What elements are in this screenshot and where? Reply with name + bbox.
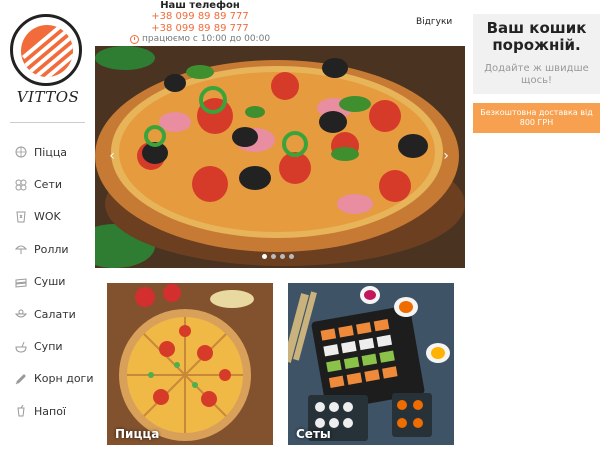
hero-carousel[interactable]: ‹ ›: [95, 46, 465, 268]
carousel-dot-4[interactable]: [289, 254, 294, 259]
phone-block: Наш телефон +38 099 89 89 777 +38 099 89…: [140, 0, 260, 35]
sidebar-item-sushi[interactable]: Суши: [14, 266, 94, 298]
carousel-dot-3[interactable]: [280, 254, 285, 259]
free-delivery-banner: Безкоштовна доставка від 800 ГРН: [473, 103, 600, 133]
sidebar-item-label: WOK: [34, 210, 61, 224]
category-tile-pizza[interactable]: Пицца: [107, 283, 273, 445]
sidebar-item-drinks[interactable]: Напої: [14, 395, 94, 427]
working-hours: працюємо с 10:00 до 00:00: [130, 34, 270, 44]
sidebar-item-sets[interactable]: Сети: [14, 168, 94, 200]
sidebar-divider: [10, 122, 85, 123]
sushi-icon: [14, 275, 28, 289]
clock-icon: [130, 34, 139, 44]
sidebar-item-corndogs[interactable]: Корн доги: [14, 363, 94, 395]
corndog-icon: [14, 372, 28, 386]
working-hours-text: працюємо с 10:00 до 00:00: [142, 34, 271, 44]
tile-label-sets: Сеты: [296, 427, 331, 441]
carousel-next-button[interactable]: ›: [438, 146, 454, 166]
sidebar-item-rolls[interactable]: Ролли: [14, 233, 94, 265]
sidebar-item-label: Сети: [34, 178, 63, 192]
sidebar-item-label: Суши: [34, 275, 66, 289]
sidebar-item-wok[interactable]: WOK: [14, 201, 94, 233]
reviews-link[interactable]: Відгуки: [416, 17, 452, 27]
pizza-tile-photo: [107, 283, 273, 445]
sidebar-menu: Піцца Сети WOK Ролли Суши Салати Супи Ко…: [14, 136, 94, 428]
roll-icon: [14, 242, 28, 256]
logo-emblem: [10, 14, 82, 86]
wok-icon: [14, 210, 28, 224]
carousel-dots: [262, 254, 294, 259]
sidebar-item-label: Супи: [34, 340, 63, 354]
carousel-dot-2[interactable]: [271, 254, 276, 259]
tile-label-pizza: Пицца: [115, 427, 160, 441]
soup-icon: [14, 340, 28, 354]
set-icon: [14, 178, 28, 192]
category-tile-sets[interactable]: Сеты: [288, 283, 454, 445]
sidebar-item-label: Піцца: [34, 145, 68, 159]
sidebar-item-pizza[interactable]: Піцца: [14, 136, 94, 168]
pizza-photo: [95, 46, 465, 268]
carousel-dot-1[interactable]: [262, 254, 267, 259]
sidebar-item-label: Напої: [34, 404, 66, 418]
sidebar-item-label: Корн доги: [34, 372, 94, 386]
pizza-icon: [14, 145, 28, 159]
drink-icon: [14, 404, 28, 418]
phone-number-1[interactable]: +38 099 89 89 777: [140, 11, 260, 23]
cart-widget[interactable]: Ваш кошик порожній. Додайте ж швидше щос…: [473, 14, 600, 94]
sets-tile-photo: [288, 283, 454, 445]
sidebar-item-label: Салати: [34, 307, 76, 321]
carousel-prev-button[interactable]: ‹: [104, 146, 120, 166]
sidebar-item-label: Ролли: [34, 242, 69, 256]
sidebar-item-soups[interactable]: Супи: [14, 330, 94, 362]
brand-name: VITTOS: [16, 88, 80, 106]
salad-icon: [14, 307, 28, 321]
brand-logo[interactable]: VITTOS: [10, 14, 82, 110]
sidebar-item-salads[interactable]: Салати: [14, 298, 94, 330]
cart-title: Ваш кошик порожній.: [486, 19, 587, 54]
cart-subtitle: Додайте ж швидше щось!: [484, 63, 589, 86]
phone-title: Наш телефон: [160, 0, 240, 11]
